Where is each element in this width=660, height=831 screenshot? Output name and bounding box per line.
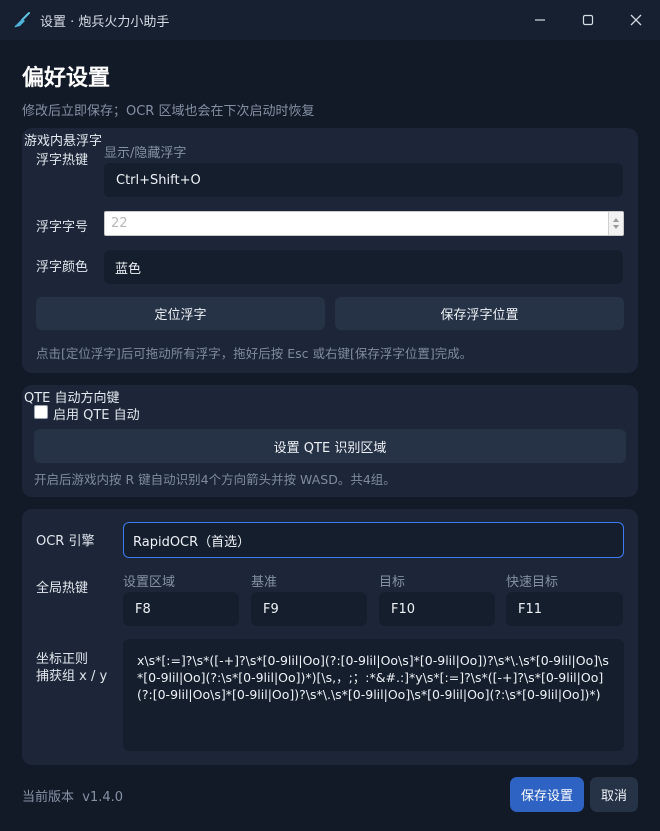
stepper-arrows-icon[interactable]: [608, 212, 623, 235]
overlay-hotkey-caption: 显示/隐藏浮字: [104, 146, 187, 161]
version-text: 当前版本 v1.4.0: [22, 786, 123, 805]
overlay-color-label: 浮字颜色: [36, 260, 89, 275]
version-label: 当前版本: [22, 790, 75, 805]
overlay-section-heading: 游戏内悬浮字: [24, 134, 103, 149]
coordinate-regex-label-line1: 坐标正则: [36, 652, 89, 667]
overlay-hotkey-field[interactable]: Ctrl+Shift+O: [104, 163, 623, 197]
overlay-font-size-label: 浮字字号: [36, 220, 89, 235]
broom-icon: [12, 9, 34, 31]
coordinate-regex-label: 坐标正则 捕获组 x / y: [36, 651, 107, 685]
page-title: 偏好设置: [22, 66, 111, 91]
title-bar: 设置 · 炮兵火力小助手: [0, 0, 660, 40]
save-settings-button[interactable]: 保存设置: [510, 777, 584, 812]
overlay-font-size-stepper[interactable]: 22: [104, 211, 624, 236]
global-hotkeys-label: 全局热键: [36, 581, 89, 596]
hotkey-field-quick-target[interactable]: F11: [506, 592, 623, 626]
cancel-button[interactable]: 取消: [590, 777, 638, 812]
version-value: v1.4.0: [82, 790, 124, 805]
coordinate-regex-label-line2: 捕获组 x / y: [36, 669, 108, 684]
hotkey-field-baseline[interactable]: F9: [251, 592, 367, 626]
overlay-font-size-value: 22: [111, 216, 128, 231]
overlay-color-select[interactable]: 蓝色: [104, 250, 623, 284]
minimize-icon[interactable]: [516, 0, 564, 40]
qte-enable-label[interactable]: 启用 QTE 自动: [53, 404, 140, 423]
hotkey-field-set-region[interactable]: F8: [123, 592, 239, 626]
save-overlay-position-button[interactable]: 保存浮字位置: [335, 297, 624, 330]
window-title: 设置 · 炮兵火力小助手: [40, 14, 170, 30]
maximize-icon[interactable]: [564, 0, 612, 40]
qte-hint: 开启后游戏内按 R 键自动识别4个方向箭头并按 WASD。共4组。: [34, 472, 396, 487]
qte-enable-checkbox[interactable]: [34, 405, 48, 419]
overlay-hint: 点击[定位浮字]后可拖动所有浮字，拖好后按 Esc 或右键[保存浮字位置]完成。: [36, 346, 473, 361]
hotkey-field-target[interactable]: F10: [379, 592, 495, 626]
set-qte-region-button[interactable]: 设置 QTE 识别区域: [34, 429, 626, 463]
overlay-hotkey-label: 浮字热键: [36, 153, 89, 168]
hotkey-caption-set-region: 设置区域: [123, 575, 176, 590]
hotkey-caption-target: 目标: [379, 575, 406, 590]
page-subtitle: 修改后立即保存；OCR 区域也会在下次启动时恢复: [22, 104, 315, 119]
ocr-engine-label: OCR 引擎: [36, 534, 95, 549]
hotkey-caption-quick-target: 快速目标: [506, 575, 559, 590]
coordinate-regex-textarea[interactable]: x\s*[:=]?\s*([-+]?\s*[0-9lil|Oo](?:[0-9l…: [123, 639, 624, 751]
locate-overlay-button[interactable]: 定位浮字: [36, 297, 325, 330]
hotkey-caption-baseline: 基准: [251, 575, 278, 590]
close-icon[interactable]: [612, 0, 660, 40]
ocr-engine-select[interactable]: RapidOCR（首选）: [123, 522, 624, 558]
